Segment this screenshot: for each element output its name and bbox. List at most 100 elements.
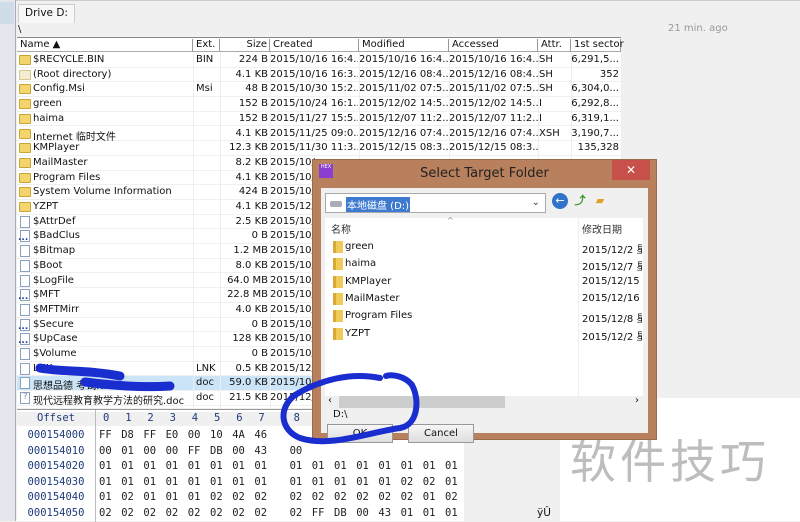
- hex-byte[interactable]: 01: [166, 460, 179, 472]
- hex-byte[interactable]: 02: [290, 491, 303, 503]
- hex-byte[interactable]: 01: [99, 491, 112, 503]
- hex-byte[interactable]: 01: [99, 476, 112, 488]
- hex-byte[interactable]: 02: [143, 507, 156, 519]
- hex-byte[interactable]: 01: [356, 476, 369, 488]
- file-row[interactable]: $RECYCLE.BIN BIN 224 B 2015/10/16 16:4... 20…: [17, 53, 621, 68]
- hex-byte[interactable]: 4A: [232, 429, 245, 441]
- hex-byte[interactable]: 02: [356, 491, 369, 503]
- hex-byte[interactable]: 43: [378, 507, 391, 519]
- hex-byte[interactable]: FF: [99, 429, 112, 441]
- hex-byte[interactable]: 01: [99, 460, 112, 472]
- hex-byte[interactable]: 01: [423, 491, 436, 503]
- close-button[interactable]: ✕: [612, 160, 650, 180]
- column-header[interactable]: Accessed: [449, 39, 538, 52]
- hex-byte[interactable]: 02: [210, 507, 223, 519]
- hex-byte[interactable]: 02: [334, 491, 347, 503]
- location-dropdown[interactable]: 本地磁盘 (D:) ⌄: [325, 193, 546, 213]
- hex-byte[interactable]: 01: [143, 476, 156, 488]
- column-date[interactable]: 修改日期: [582, 221, 622, 236]
- hex-byte[interactable]: 01: [290, 476, 303, 488]
- hex-byte[interactable]: 00: [143, 445, 156, 457]
- up-folder-icon[interactable]: ⤴: [572, 193, 588, 209]
- new-folder-icon[interactable]: ▰: [592, 193, 608, 209]
- column-header[interactable]: 1st sector: [571, 39, 624, 52]
- file-row[interactable]: haima 152 B 2015/11/27 15:5... 2015/12/07 1…: [17, 112, 621, 127]
- hex-byte[interactable]: 02: [99, 507, 112, 519]
- hex-byte[interactable]: 02: [445, 491, 458, 503]
- hex-byte[interactable]: 02: [378, 491, 391, 503]
- hex-byte[interactable]: 46: [254, 429, 267, 441]
- hex-byte[interactable]: 01: [166, 476, 179, 488]
- hex-byte[interactable]: 02: [401, 476, 414, 488]
- hex-byte[interactable]: 01: [210, 476, 223, 488]
- hex-byte[interactable]: 00: [99, 445, 112, 457]
- folder-item[interactable]: green 2015/12/2 星: [325, 238, 643, 256]
- hex-byte[interactable]: FF: [312, 507, 325, 519]
- hex-byte[interactable]: 01: [232, 476, 245, 488]
- hex-byte[interactable]: 02: [121, 507, 134, 519]
- hex-byte[interactable]: 01: [188, 460, 201, 472]
- file-row[interactable]: KMPlayer 12.3 KB 2015/11/30 11:3... 2015/12…: [17, 141, 621, 156]
- column-name[interactable]: 名称: [331, 221, 351, 236]
- hex-byte[interactable]: 02: [232, 491, 245, 503]
- hex-byte[interactable]: 01: [401, 460, 414, 472]
- hex-byte[interactable]: 01: [188, 476, 201, 488]
- hex-byte[interactable]: 01: [232, 460, 245, 472]
- hex-byte[interactable]: FF: [143, 429, 156, 441]
- hex-byte[interactable]: 01: [121, 445, 134, 457]
- hex-byte[interactable]: 02: [254, 491, 267, 503]
- column-header[interactable]: Size: [220, 39, 270, 52]
- hex-byte[interactable]: 01: [121, 460, 134, 472]
- hex-byte[interactable]: 02: [166, 507, 179, 519]
- file-row[interactable]: green 152 B 2015/10/24 16:1... 2015/12/02 1…: [17, 97, 621, 112]
- column-header[interactable]: Attr.: [538, 39, 571, 52]
- hex-byte[interactable]: 01: [290, 460, 303, 472]
- back-icon[interactable]: ←: [552, 193, 568, 209]
- hex-byte[interactable]: D8: [121, 429, 134, 441]
- folder-item[interactable]: KMPlayer 2015/12/15 !: [325, 273, 643, 290]
- column-header[interactable]: Ext.: [193, 39, 220, 52]
- hex-byte[interactable]: FF: [188, 445, 201, 457]
- folder-item[interactable]: Program Files 2015/12/8 星: [325, 307, 643, 325]
- folder-item[interactable]: haima 2015/12/7 星: [325, 255, 643, 273]
- hex-byte[interactable]: 00: [232, 445, 245, 457]
- folder-item[interactable]: YZPT 2015/12/2 星: [325, 325, 643, 343]
- hex-byte[interactable]: DB: [334, 507, 347, 519]
- hex-byte[interactable]: 43: [254, 445, 267, 457]
- folder-list[interactable]: 名称 ^ 修改日期 green 2015/12/2 星 haima 2015/12/7…: [325, 216, 643, 396]
- hex-byte[interactable]: 01: [401, 507, 414, 519]
- file-row[interactable]: (Root directory) 4.1 KB 2015/10/16 16:3...…: [17, 68, 621, 83]
- hex-byte[interactable]: 00: [356, 507, 369, 519]
- hex-byte[interactable]: 10: [210, 429, 223, 441]
- hex-byte[interactable]: 01: [445, 476, 458, 488]
- hex-byte[interactable]: E0: [166, 429, 179, 441]
- hex-byte[interactable]: 01: [445, 460, 458, 472]
- hex-byte[interactable]: 01: [254, 476, 267, 488]
- hex-byte[interactable]: 02: [232, 507, 245, 519]
- file-row[interactable]: Config.Msi Msi 48 B 2015/10/30 15:2... 2015/…: [17, 82, 621, 98]
- hex-byte[interactable]: 02: [401, 491, 414, 503]
- hex-byte[interactable]: 02: [188, 507, 201, 519]
- dialog-titlebar[interactable]: HEX Select Target Folder ✕: [313, 160, 656, 188]
- hex-byte[interactable]: 01: [378, 476, 391, 488]
- folder-item[interactable]: MailMaster 2015/12/16 !: [325, 290, 643, 307]
- hex-byte[interactable]: 01: [356, 460, 369, 472]
- hex-byte[interactable]: 01: [166, 491, 179, 503]
- column-header[interactable]: Created: [270, 39, 359, 52]
- ok-button[interactable]: OK: [327, 424, 393, 443]
- hex-byte[interactable]: 01: [423, 507, 436, 519]
- hex-byte[interactable]: 01: [312, 460, 325, 472]
- hex-byte[interactable]: 00: [188, 429, 201, 441]
- horizontal-scrollbar[interactable]: ‹ ›: [325, 395, 643, 408]
- column-header[interactable]: Name ▲: [17, 39, 193, 52]
- column-header[interactable]: Modified: [359, 39, 449, 52]
- hex-byte[interactable]: 01: [378, 460, 391, 472]
- hex-byte[interactable]: DB: [210, 445, 223, 457]
- hex-byte[interactable]: 00: [166, 445, 179, 457]
- hex-byte[interactable]: 01: [312, 476, 325, 488]
- hex-byte[interactable]: 02: [290, 507, 303, 519]
- hex-byte[interactable]: 01: [210, 460, 223, 472]
- hex-byte[interactable]: 01: [188, 491, 201, 503]
- chevron-down-icon[interactable]: ⌄: [532, 197, 540, 208]
- hex-byte[interactable]: 01: [143, 460, 156, 472]
